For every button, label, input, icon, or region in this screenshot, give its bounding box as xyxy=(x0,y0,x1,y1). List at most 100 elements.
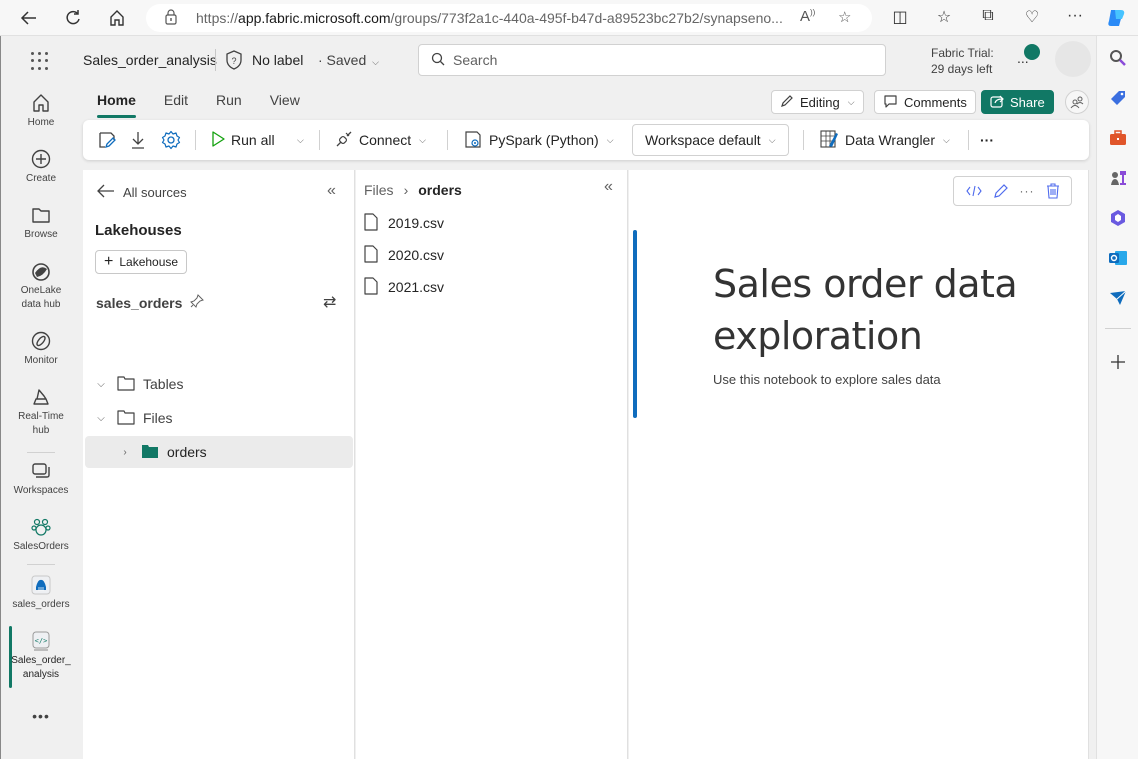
toolbar-divider xyxy=(803,130,804,150)
microsoft-365-icon[interactable] xyxy=(1108,208,1128,228)
file-item[interactable]: 2020.csv xyxy=(364,242,444,268)
file-name: 2020.csv xyxy=(388,247,445,263)
breadcrumb-files[interactable]: Files xyxy=(364,182,394,198)
nav-item-workspaces[interactable]: Workspaces xyxy=(1,460,81,498)
file-name: 2019.csv xyxy=(388,215,445,231)
app-launcher-icon[interactable] xyxy=(29,50,51,72)
sensitivity-shield-icon[interactable]: ? xyxy=(225,50,243,70)
split-screen-icon[interactable]: ◫ xyxy=(888,7,912,27)
language-label: PySpark (Python) xyxy=(489,132,599,148)
file-icon xyxy=(364,244,378,266)
nav-item-sales-order-analysis[interactable]: </> Sales_order_ analysis xyxy=(1,630,81,682)
refresh-icon[interactable] xyxy=(60,6,86,30)
tree-item-tables[interactable]: ⌵ Tables xyxy=(85,369,353,399)
data-wrangler-label: Data Wrangler xyxy=(845,132,936,148)
home-icon[interactable] xyxy=(104,6,130,30)
file-item[interactable]: 2019.csv xyxy=(364,210,444,236)
back-arrow-icon[interactable] xyxy=(16,6,42,30)
tab-run[interactable]: Run xyxy=(202,86,256,120)
browser-essentials-icon[interactable]: ♡ xyxy=(1020,7,1044,27)
share-button[interactable]: Share xyxy=(981,90,1054,114)
copilot-icon[interactable] xyxy=(1104,7,1128,34)
svg-text:?: ? xyxy=(231,56,236,66)
home-icon xyxy=(30,92,52,114)
nav-item-monitor[interactable]: Monitor xyxy=(1,330,81,368)
cell-more-icon[interactable]: ··· xyxy=(1020,184,1035,198)
add-plus-icon[interactable] xyxy=(1108,352,1128,372)
collections-icon[interactable]: ⧉ xyxy=(976,7,1000,25)
pin-icon[interactable] xyxy=(190,294,205,311)
games-chess-icon[interactable] xyxy=(1108,168,1128,188)
tools-briefcase-icon[interactable] xyxy=(1108,128,1128,148)
monitor-icon xyxy=(30,330,52,352)
tab-edit[interactable]: Edit xyxy=(150,86,202,120)
notebook-icon: </> xyxy=(30,630,52,652)
chevron-right-icon: › xyxy=(123,446,127,458)
download-icon[interactable] xyxy=(129,120,147,160)
nav-item-realtime-hub[interactable]: Real-Time hub xyxy=(1,386,81,438)
data-wrangler-dropdown[interactable]: Data Wrangler ⌵ xyxy=(819,120,950,160)
nav-item-salesorders-workspace[interactable]: SalesOrders xyxy=(1,516,81,554)
outlook-icon[interactable] xyxy=(1108,248,1128,268)
nav-divider xyxy=(27,564,55,565)
run-all-button[interactable]: Run all xyxy=(211,120,275,160)
shopping-tag-icon[interactable] xyxy=(1108,88,1128,108)
address-bar[interactable]: https://app.fabric.microsoft.com/groups/… xyxy=(146,4,872,32)
environment-dropdown[interactable]: Workspace default ⌵ xyxy=(632,124,789,156)
notebook-canvas: ··· Sales order data exploration Use thi… xyxy=(629,170,1089,759)
collapse-panel-icon[interactable]: « xyxy=(327,182,336,200)
nav-item-home[interactable]: Home xyxy=(1,92,81,130)
language-dropdown[interactable]: PySpark (Python) ⌵ xyxy=(463,120,614,160)
browser-toolbar: https://app.fabric.microsoft.com/groups/… xyxy=(0,0,1138,36)
nav-item-create[interactable]: Create xyxy=(1,148,81,186)
chevron-down-icon: ⌵ xyxy=(372,57,379,67)
tab-home[interactable]: Home xyxy=(83,86,150,120)
file-icon xyxy=(364,276,378,298)
switch-lakehouse-icon[interactable]: ⇄ xyxy=(323,292,336,312)
trial-status[interactable]: Fabric Trial: 29 days left xyxy=(931,45,994,77)
header-divider xyxy=(215,49,216,71)
share-icon xyxy=(990,94,1004,111)
search-box[interactable] xyxy=(418,44,886,76)
tree-item-label: Tables xyxy=(143,376,184,392)
read-aloud-icon[interactable]: A)) xyxy=(800,8,815,25)
edit-pencil-icon[interactable] xyxy=(993,183,1009,199)
tree-item-files[interactable]: ⌵ Files xyxy=(85,403,353,433)
nav-more-button[interactable]: ••• xyxy=(1,708,81,724)
file-item[interactable]: 2021.csv xyxy=(364,274,444,300)
notebook-title[interactable]: Sales_order_analysis xyxy=(83,52,217,68)
comments-button[interactable]: Comments xyxy=(874,90,976,114)
search-icon[interactable] xyxy=(1108,48,1128,68)
save-status-dropdown[interactable]: · Saved ⌵ xyxy=(318,52,379,68)
toolbar-more-button[interactable]: ··· xyxy=(980,120,994,160)
toolbar-divider xyxy=(195,130,196,150)
delete-trash-icon[interactable] xyxy=(1046,183,1060,199)
collapse-panel-icon[interactable]: « xyxy=(604,178,613,196)
run-all-dropdown[interactable]: ⌵ xyxy=(295,120,304,160)
add-lakehouse-button[interactable]: + Lakehouse xyxy=(95,250,188,274)
nav-item-onelake[interactable]: OneLake data hub xyxy=(1,260,81,312)
folder-icon xyxy=(30,204,52,226)
tab-view[interactable]: View xyxy=(256,86,314,120)
left-navigation: Home Create Browse OneLake data hub Moni… xyxy=(1,86,81,759)
notebook-settings-edit-icon[interactable] xyxy=(97,120,117,160)
code-toggle-icon[interactable] xyxy=(965,185,982,197)
settings-gear-icon[interactable] xyxy=(161,120,181,160)
notification-badge[interactable] xyxy=(1024,44,1040,60)
user-avatar[interactable] xyxy=(1055,41,1091,77)
favorite-star-icon[interactable]: ☆ xyxy=(838,8,851,26)
send-icon[interactable] xyxy=(1108,288,1128,308)
nav-item-browse[interactable]: Browse xyxy=(1,204,81,242)
editing-label: Editing xyxy=(800,94,840,110)
connect-dropdown[interactable]: Connect ⌵ xyxy=(335,120,426,160)
collaborators-icon[interactable] xyxy=(1065,90,1089,114)
editing-mode-dropdown[interactable]: Editing ⌵ xyxy=(771,90,864,114)
file-icon xyxy=(364,212,378,234)
all-sources-back-link[interactable]: All sources xyxy=(97,184,187,201)
nav-item-sales-orders-lakehouse[interactable]: sales_orders xyxy=(1,574,81,612)
browser-more-icon[interactable]: ··· xyxy=(1063,7,1087,25)
sensitivity-label[interactable]: No label xyxy=(252,52,303,68)
search-input[interactable] xyxy=(453,52,853,68)
tree-item-orders[interactable]: › orders xyxy=(85,436,353,468)
favorites-icon[interactable]: ☆ xyxy=(932,7,956,27)
